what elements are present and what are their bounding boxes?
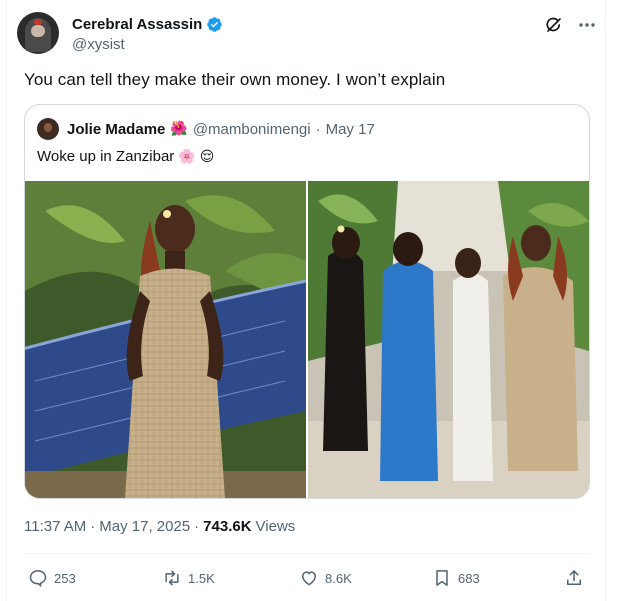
quoted-date: May 17 <box>325 120 375 138</box>
repost-count: 1.5K <box>188 570 215 586</box>
author-names: Cerebral Assassin @xysist <box>72 14 223 53</box>
meta-separator: · <box>90 518 96 535</box>
views-count[interactable]: 743.6K <box>203 518 251 535</box>
share-button[interactable] <box>564 565 584 591</box>
author-handle[interactable]: @xysist <box>72 36 223 53</box>
tweet-date[interactable]: May 17, 2025 <box>99 518 190 535</box>
quoted-separator: · <box>315 120 321 138</box>
author-display-name[interactable]: Cerebral Assassin <box>72 16 202 33</box>
relieved-face-emoji: 😌 <box>199 148 215 165</box>
share-icon <box>567 570 581 585</box>
bookmark-icon <box>436 570 448 586</box>
divider <box>24 553 590 554</box>
photo-2[interactable] <box>308 181 589 498</box>
reply-button[interactable]: 253 <box>28 565 76 591</box>
quoted-tweet[interactable]: Jolie Madame 🌺 @mambonimengi · May 17 Wo… <box>24 104 590 499</box>
grok-icon[interactable] <box>545 16 563 34</box>
tweet-text: You can tell they make their own money. … <box>24 70 446 89</box>
blossom-emoji: 🌸 <box>178 148 196 165</box>
views-label: Views <box>255 518 296 535</box>
hibiscus-emoji: 🌺 <box>170 121 188 137</box>
photo-1[interactable] <box>25 181 306 498</box>
action-bar: 253 1.5K 8.6K 683 <box>24 565 590 591</box>
like-button[interactable]: 8.6K <box>299 565 352 591</box>
quoted-header: Jolie Madame 🌺 @mambonimengi · May 17 <box>37 118 375 140</box>
reply-icon <box>29 570 47 588</box>
quoted-author-avatar <box>37 118 59 140</box>
quoted-media <box>25 181 589 498</box>
tweet-time[interactable]: 11:37 AM <box>24 518 86 535</box>
meta-separator: · <box>194 518 200 535</box>
quoted-display-name: Jolie Madame <box>67 120 166 138</box>
tweet-header: Cerebral Assassin @xysist <box>17 12 597 56</box>
bookmark-count: 683 <box>458 570 480 586</box>
repost-icon <box>165 570 179 586</box>
tweet-meta: 11:37 AM · May 17, 2025 · 743.6K Views <box>24 518 295 535</box>
quoted-text: Woke up in Zanzibar 🌸 😌 <box>37 148 214 165</box>
like-icon <box>301 571 317 586</box>
author-avatar[interactable] <box>17 12 59 54</box>
quoted-text-body: Woke up in Zanzibar <box>37 148 175 165</box>
quoted-handle: @mambonimengi <box>192 120 311 138</box>
reply-count: 253 <box>54 570 76 586</box>
more-icon[interactable] <box>577 16 597 34</box>
verified-badge-icon <box>207 16 223 32</box>
bookmark-button[interactable]: 683 <box>432 565 480 591</box>
like-count: 8.6K <box>325 570 352 586</box>
repost-button[interactable]: 1.5K <box>162 565 215 591</box>
